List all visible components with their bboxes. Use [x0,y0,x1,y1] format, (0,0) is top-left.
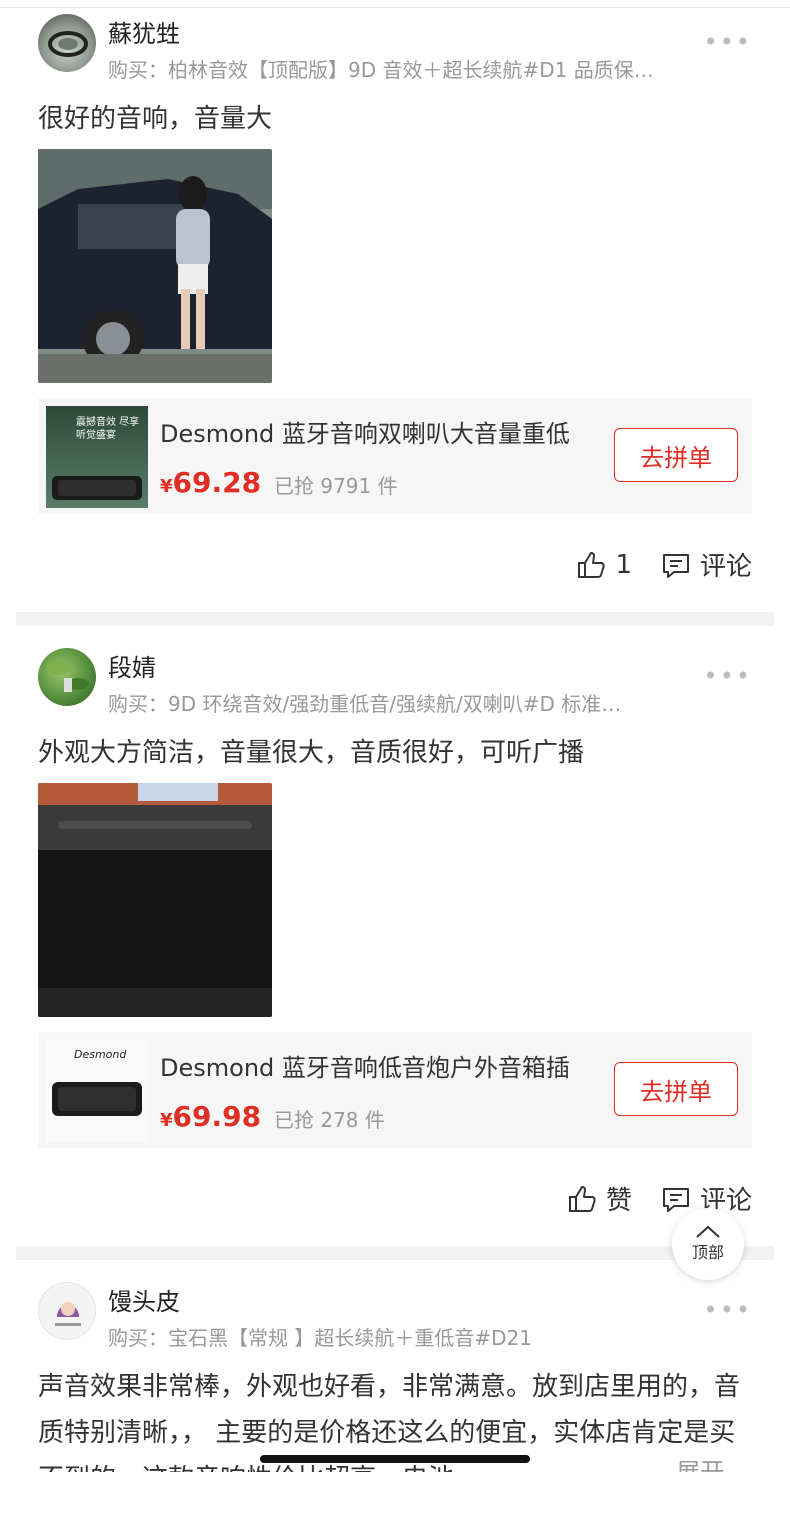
bottom-mask [0,1472,790,1537]
product-thumbnail: 震撼音效 尽享听觉盛宴 [46,406,148,508]
currency-symbol: ¥ [160,476,173,497]
top-edge [0,0,790,8]
product-card[interactable]: 震撼音效 尽享听觉盛宴 Desmond 蓝牙音响双喇叭大音量重低 ¥69.28 … [38,398,752,514]
product-price: ¥69.28 [160,466,261,499]
photo-image [38,149,272,383]
group-buy-button[interactable]: 去拼单 [614,428,738,482]
avatar[interactable] [38,14,96,72]
back-to-top-button[interactable]: 顶部 [672,1208,744,1280]
sold-count: 已抢 278 件 [274,1108,385,1132]
purchase-prefix: 购买： [108,58,168,82]
chevron-up-icon [696,1225,720,1238]
purchase-info: 购买：柏林音效【顶配版】9D 音效＋超长续航#D1 品质保… [108,54,738,83]
product-thumbnail: Desmond [46,1040,148,1142]
more-options-icon[interactable]: ••• [704,28,752,56]
like-count: 1 [615,549,632,580]
comment-label: 评论 [699,552,752,582]
more-options-icon[interactable]: ••• [704,662,752,690]
comment-icon [662,553,689,578]
review-text: 很好的音响，音量大 [38,104,273,134]
group-buy-button[interactable]: 去拼单 [614,1062,738,1116]
purchase-info: 购买：宝石黑【常规 】超长续航＋重低音#D21 [108,1322,738,1351]
like-label: 赞 [605,1186,632,1216]
review-actions: 1 评论 [575,546,752,583]
review-text: 外观大方简洁，音量很大，音质很好，可听广播 [38,738,585,768]
thumbnail-caption: Desmond [74,1048,127,1061]
username: 馒头皮 [108,1288,180,1316]
like-button[interactable]: 赞 [566,1180,632,1217]
avatar-image [48,31,88,57]
currency-symbol: ¥ [160,1110,173,1131]
section-divider [16,612,774,626]
product-price: ¥69.98 [160,1100,261,1133]
section-divider [16,1246,774,1260]
product-title: Desmond 蓝牙音响低音炮户外音箱插 [160,1054,570,1082]
purchase-spec: 9D 环绕音效/强劲重低音/强续航/双喇叭#D 标准… [168,692,622,716]
like-button[interactable]: 1 [575,549,632,581]
purchase-info: 购买：9D 环绕音效/强劲重低音/强续航/双喇叭#D 标准… [108,688,738,717]
thumbnail-caption: 震撼音效 尽享听觉盛宴 [76,417,140,441]
product-title: Desmond 蓝牙音响双喇叭大音量重低 [160,420,570,448]
username: 段婧 [108,654,156,682]
purchase-spec: 宝石黑【常规 】超长续航＋重低音#D21 [168,1326,532,1350]
review-photo[interactable] [38,783,272,1017]
more-options-icon[interactable]: ••• [704,1296,752,1324]
purchase-prefix: 购买： [108,692,168,716]
purchase-spec: 柏林音效【顶配版】9D 音效＋超长续航#D1 品质保… [168,58,654,82]
sold-count: 已抢 9791 件 [274,474,398,498]
home-indicator [260,1455,530,1463]
review-photo[interactable] [38,149,272,383]
avatar-image [55,1302,81,1326]
avatar[interactable] [38,1282,96,1340]
thumbs-up-icon [578,551,606,578]
price-value: 69.98 [172,1100,262,1133]
username: 蘇犹甡 [108,20,180,48]
price-value: 69.28 [172,466,262,499]
avatar[interactable] [38,648,96,706]
photo-image [38,783,272,1017]
comment-icon [662,1187,689,1212]
thumbs-up-icon [568,1185,596,1212]
avatar-image [46,661,89,692]
product-card[interactable]: Desmond Desmond 蓝牙音响低音炮户外音箱插 ¥69.98 已抢 2… [38,1032,752,1148]
comment-button[interactable]: 评论 [660,546,752,583]
back-to-top-label: 顶部 [691,1243,724,1262]
purchase-prefix: 购买： [108,1326,168,1350]
